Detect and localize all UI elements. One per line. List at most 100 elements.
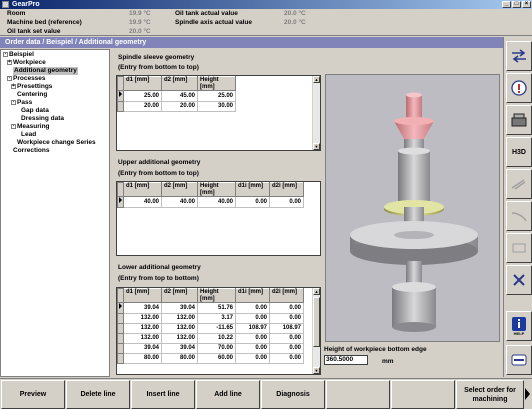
table-cell[interactable]: 0.00: [235, 196, 270, 208]
table-cell[interactable]: 132.00: [161, 323, 198, 334]
scroll-down-icon[interactable]: ▼: [313, 143, 320, 150]
table-cell[interactable]: 0.00: [235, 353, 270, 364]
table-cell[interactable]: 0.00: [269, 333, 304, 344]
table-cell[interactable]: 25.00: [197, 90, 236, 102]
workpiece-3d-view[interactable]: [325, 74, 500, 342]
column-header[interactable]: d2i [mm]: [269, 288, 304, 303]
table-row[interactable]: 39.04 39.04 51.76 0.00 0.00: [117, 302, 304, 314]
lower-table[interactable]: d1 [mm] d2 [mm] Height [mm] d1i [mm] d2i [mm…: [117, 288, 304, 364]
spindle-grid[interactable]: d1 [mm] d2 [mm] Height [mm] 25.00 45.00 25.00…: [116, 75, 321, 151]
table-cell[interactable]: 0.00: [235, 302, 270, 314]
table-row[interactable]: 132.00 132.00 10.22 0.00 0.00: [117, 333, 304, 344]
empty-button-1[interactable]: [326, 380, 390, 409]
close-x-button[interactable]: [506, 265, 532, 295]
tree-item-workpiece-change[interactable]: Workpiece change Series: [17, 139, 96, 147]
lower-scrollbar[interactable]: ▲ ▼: [312, 288, 320, 374]
table-cell[interactable]: 70.00: [197, 343, 236, 354]
upper-grid[interactable]: d1 [mm] d2 [mm] Height [mm] d1i [mm] d2i [mm…: [116, 181, 321, 256]
table-cell[interactable]: 0.00: [235, 343, 270, 354]
tree-item-processes[interactable]: - Processes: [7, 75, 46, 83]
table-cell[interactable]: 80.00: [123, 353, 162, 364]
preview-button[interactable]: Preview: [1, 380, 65, 409]
table-row[interactable]: 80.00 80.00 60.00 0.00 0.00: [117, 353, 304, 364]
table-cell[interactable]: 80.00: [161, 353, 198, 364]
tree-item-measuring[interactable]: - Measuring: [11, 123, 50, 131]
close-button[interactable]: ×: [522, 1, 531, 8]
info-button[interactable]: [506, 73, 532, 103]
scroll-up-icon[interactable]: ▲: [313, 288, 320, 295]
table-cell[interactable]: 45.00: [161, 90, 198, 102]
table-cell[interactable]: 132.00: [161, 313, 198, 324]
tree-item-workpiece[interactable]: + Workpiece: [7, 59, 46, 67]
diagnosis-button[interactable]: Diagnosis: [261, 380, 325, 409]
table-cell[interactable]: 0.00: [269, 196, 304, 208]
curve-button[interactable]: [506, 201, 532, 231]
column-header[interactable]: d1 [mm]: [123, 182, 162, 197]
ruler-button[interactable]: [506, 169, 532, 199]
select-order-button[interactable]: Select order for machining: [456, 380, 524, 409]
delete-line-button[interactable]: Delete line: [66, 380, 130, 409]
scroll-thumb[interactable]: [313, 297, 320, 347]
expand-icon[interactable]: +: [7, 59, 12, 65]
column-header[interactable]: d1 [mm]: [123, 288, 162, 303]
lower-grid[interactable]: d1 [mm] d2 [mm] Height [mm] d1i [mm] d2i [mm…: [116, 287, 321, 375]
collapse-icon[interactable]: -: [7, 75, 12, 81]
table-cell[interactable]: 20.00: [123, 101, 162, 112]
column-header[interactable]: d1i [mm]: [235, 182, 270, 197]
table-cell[interactable]: 0.00: [269, 302, 304, 314]
tree-item-presettings[interactable]: + Presettings: [11, 83, 52, 91]
column-header[interactable]: d2i [mm]: [269, 182, 304, 197]
table-cell[interactable]: 51.76: [197, 302, 236, 314]
keyboard-button[interactable]: [506, 345, 532, 375]
tree-item-centering[interactable]: Centering: [17, 91, 47, 99]
column-header[interactable]: d2 [mm]: [161, 76, 198, 91]
tool-button[interactable]: [506, 233, 532, 263]
table-cell[interactable]: -11.65: [197, 323, 236, 334]
table-cell[interactable]: 108.97: [269, 323, 304, 334]
table-cell[interactable]: 10.22: [197, 333, 236, 344]
table-cell[interactable]: 108.97: [235, 323, 270, 334]
table-cell[interactable]: 39.04: [123, 343, 162, 354]
tree-item-beispiel[interactable]: - Beispiel: [3, 51, 34, 59]
collapse-icon[interactable]: -: [11, 99, 16, 105]
insert-line-button[interactable]: Insert line: [131, 380, 195, 409]
column-header[interactable]: d2 [mm]: [161, 182, 198, 197]
column-header[interactable]: Height [mm]: [197, 182, 236, 197]
table-cell[interactable]: 0.00: [269, 313, 304, 324]
spindle-table[interactable]: d1 [mm] d2 [mm] Height [mm] 25.00 45.00 25.00…: [117, 76, 236, 112]
maximize-button[interactable]: □: [512, 1, 521, 8]
tree-item-gap-data[interactable]: Gap data: [21, 107, 49, 115]
expand-icon[interactable]: +: [11, 83, 16, 89]
help-button[interactable]: HELP: [506, 311, 532, 341]
table-row[interactable]: 132.00 132.00 -11.65 108.97 108.97: [117, 323, 304, 334]
arrows-swap-button[interactable]: [506, 41, 532, 71]
table-cell[interactable]: 30.00: [197, 101, 236, 112]
table-row[interactable]: 20.00 20.00 30.00: [117, 101, 236, 112]
tree-item-corrections[interactable]: Corrections: [13, 147, 49, 155]
table-cell[interactable]: 60.00: [197, 353, 236, 364]
table-cell[interactable]: 39.04: [123, 302, 162, 314]
table-cell[interactable]: 25.00: [123, 90, 162, 102]
column-header[interactable]: Height [mm]: [197, 288, 236, 303]
collapse-icon[interactable]: -: [3, 51, 8, 57]
table-cell[interactable]: 0.00: [235, 313, 270, 324]
table-cell[interactable]: 132.00: [123, 333, 162, 344]
table-cell[interactable]: 132.00: [161, 333, 198, 344]
table-cell[interactable]: 0.00: [235, 333, 270, 344]
table-cell[interactable]: 0.00: [269, 353, 304, 364]
machine-button[interactable]: [506, 105, 532, 135]
navigation-tree[interactable]: - Beispiel + Workpiece Additional geometry…: [0, 49, 110, 377]
bottom-edge-input[interactable]: 360.5000: [324, 355, 368, 365]
spindle-scrollbar[interactable]: ▲ ▼: [312, 76, 320, 150]
next-arrow-icon[interactable]: [525, 388, 530, 400]
tree-item-pass[interactable]: - Pass: [11, 99, 32, 107]
table-cell[interactable]: 39.04: [161, 302, 198, 314]
table-cell[interactable]: 0.00: [269, 343, 304, 354]
table-cell[interactable]: 3.17: [197, 313, 236, 324]
upper-table[interactable]: d1 [mm] d2 [mm] Height [mm] d1i [mm] d2i [mm…: [117, 182, 304, 208]
column-header[interactable]: d1i [mm]: [235, 288, 270, 303]
table-cell[interactable]: 39.04: [161, 343, 198, 354]
column-header[interactable]: d2 [mm]: [161, 288, 198, 303]
table-row[interactable]: 39.04 39.04 70.00 0.00 0.00: [117, 343, 304, 354]
column-header[interactable]: Height [mm]: [197, 76, 236, 91]
